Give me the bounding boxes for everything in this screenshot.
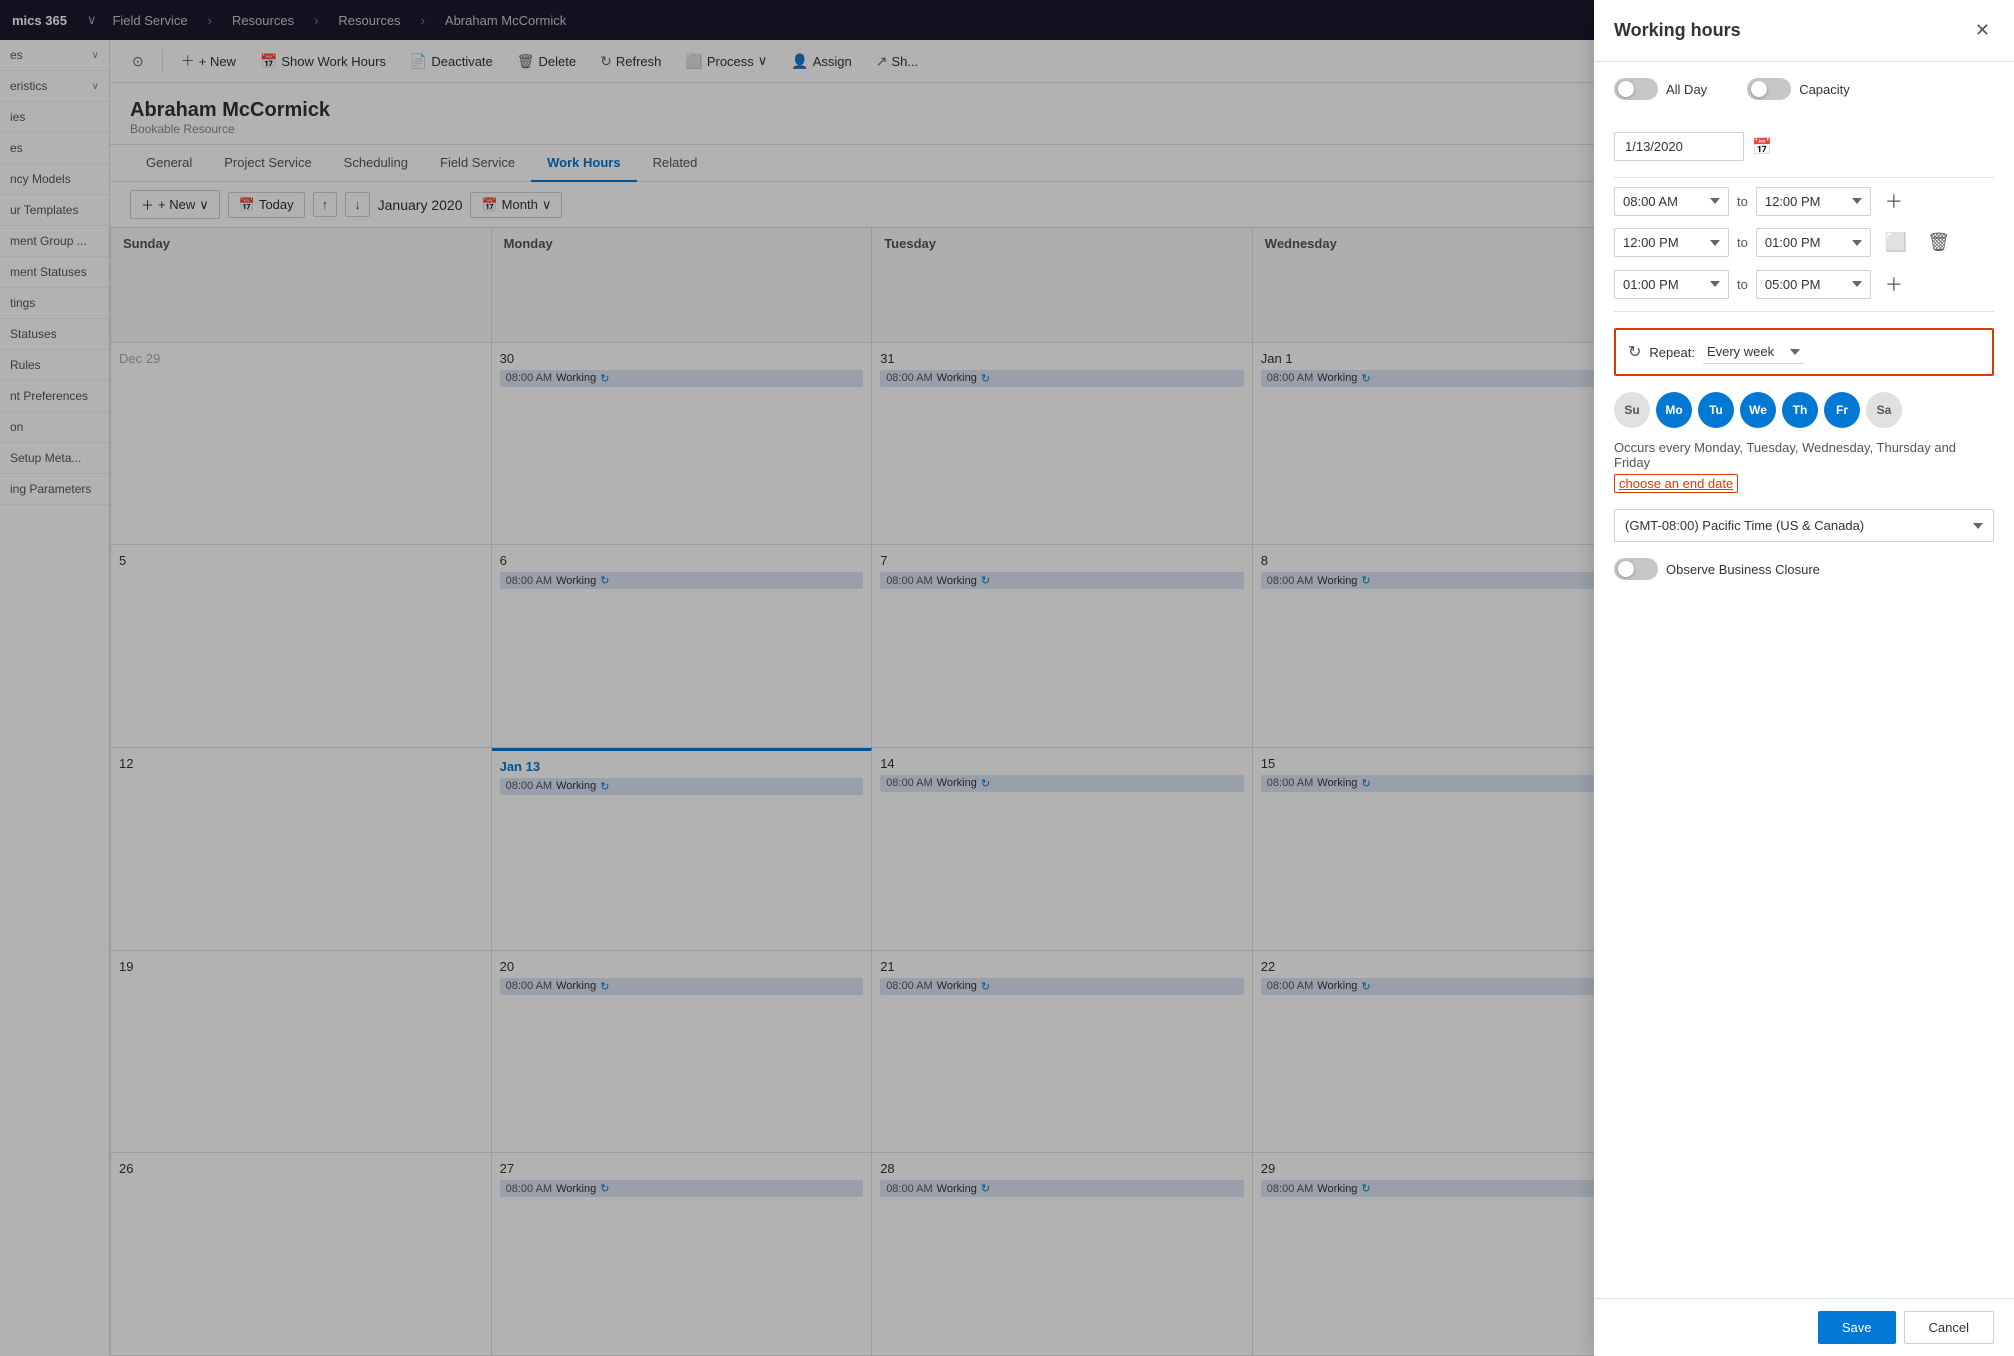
all-day-toggle[interactable]: [1614, 78, 1658, 100]
day-btn-th[interactable]: Th: [1782, 392, 1818, 428]
working-hours-panel: Working hours ✕ All Day Capacity: [1594, 0, 2014, 1356]
cancel-button[interactable]: Cancel: [1904, 1311, 1994, 1344]
day-buttons: Su Mo Tu We Th Fr Sa: [1614, 392, 1994, 428]
time-to-label: to: [1737, 277, 1748, 292]
time-to-2[interactable]: 01:00 PM: [1756, 228, 1871, 257]
closure-thumb: [1618, 561, 1634, 577]
observe-closure-label: Observe Business Closure: [1666, 562, 1820, 577]
day-btn-sa[interactable]: Sa: [1866, 392, 1902, 428]
all-day-label: All Day: [1666, 82, 1707, 97]
time-row-2: 12:00 PM to 01:00 PM ⬜ 🗑: [1614, 228, 1994, 257]
occurrence-text: Occurs every Monday, Tuesday, Wednesday,…: [1614, 440, 1994, 470]
date-input[interactable]: [1614, 132, 1744, 161]
observe-closure-row: Observe Business Closure: [1614, 558, 1994, 580]
repeat-icon: ↻: [1628, 342, 1641, 362]
time-row-3: 01:00 PM to 05:00 PM ＋: [1614, 269, 1994, 299]
calendar-icon[interactable]: 📅: [1752, 137, 1772, 157]
time-from-2[interactable]: 12:00 PM: [1614, 228, 1729, 257]
day-btn-fr[interactable]: Fr: [1824, 392, 1860, 428]
panel-header: Working hours ✕: [1594, 0, 2014, 62]
panel-title: Working hours: [1614, 20, 1741, 41]
all-day-thumb: [1618, 81, 1634, 97]
repeat-label: Repeat:: [1649, 345, 1695, 360]
save-button[interactable]: Save: [1818, 1311, 1896, 1344]
divider: [1614, 177, 1994, 178]
background-dim: [0, 0, 1594, 1356]
time-to-label: to: [1737, 235, 1748, 250]
panel-footer: Save Cancel: [1594, 1298, 2014, 1356]
timezone-select[interactable]: (GMT-08:00) Pacific Time (US & Canada) (…: [1614, 509, 1994, 542]
toggle-row: All Day Capacity: [1614, 78, 1994, 116]
copy-time-slot-2-button[interactable]: ⬜: [1879, 230, 1913, 255]
time-to-1[interactable]: 12:00 PM: [1756, 187, 1871, 216]
date-row: 📅: [1614, 132, 1994, 161]
divider: [1614, 311, 1994, 312]
panel-body: All Day Capacity 📅 08:00 AM to: [1594, 62, 2014, 1298]
time-from-3[interactable]: 01:00 PM: [1614, 270, 1729, 299]
all-day-track: [1614, 78, 1658, 100]
all-day-toggle-group: All Day: [1614, 78, 1707, 100]
time-to-3[interactable]: 05:00 PM: [1756, 270, 1871, 299]
time-row-1: 08:00 AM to 12:00 PM ＋: [1614, 186, 1994, 216]
closure-track: [1614, 558, 1658, 580]
add-time-slot-3-button[interactable]: ＋: [1879, 269, 1909, 299]
end-date-link[interactable]: choose an end date: [1614, 474, 1738, 493]
capacity-label: Capacity: [1799, 82, 1850, 97]
observe-closure-toggle[interactable]: [1614, 558, 1658, 580]
delete-time-slot-2-button[interactable]: 🗑: [1921, 230, 1956, 255]
capacity-toggle[interactable]: [1747, 78, 1791, 100]
day-btn-mo[interactable]: Mo: [1656, 392, 1692, 428]
capacity-toggle-group: Capacity: [1747, 78, 1850, 100]
day-btn-tu[interactable]: Tu: [1698, 392, 1734, 428]
timezone-row: (GMT-08:00) Pacific Time (US & Canada) (…: [1614, 509, 1994, 542]
repeat-select[interactable]: Every week Every day Every month Every y…: [1703, 340, 1804, 364]
day-btn-we[interactable]: We: [1740, 392, 1776, 428]
time-to-label: to: [1737, 194, 1748, 209]
capacity-thumb: [1751, 81, 1767, 97]
capacity-track: [1747, 78, 1791, 100]
panel-close-button[interactable]: ✕: [1971, 16, 1994, 45]
day-btn-su[interactable]: Su: [1614, 392, 1650, 428]
add-time-slot-1-button[interactable]: ＋: [1879, 186, 1909, 216]
repeat-section: ↻ Repeat: Every week Every day Every mon…: [1614, 328, 1994, 376]
time-from-1[interactable]: 08:00 AM: [1614, 187, 1729, 216]
